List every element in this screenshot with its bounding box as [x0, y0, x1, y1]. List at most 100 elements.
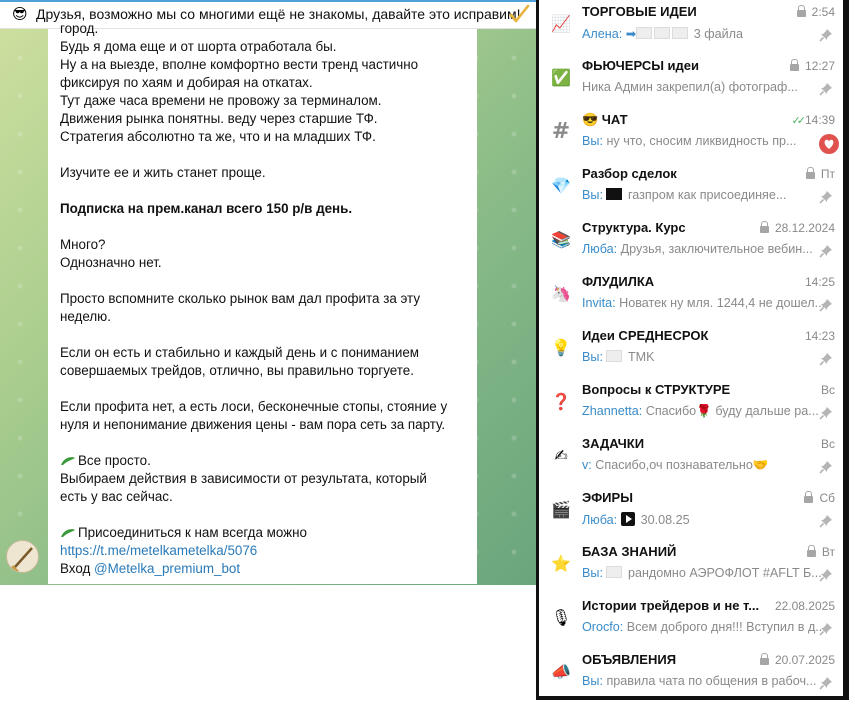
chat-list-item[interactable]: 🎙 Истории трейдеров и не т... 22.08.2025 Or…: [539, 594, 843, 648]
chat-time-text: Вс: [820, 437, 835, 451]
message-line: нуля и непонимание движения цены - вам п…: [60, 417, 446, 432]
chat-name: ФЛУДИЛКА: [582, 274, 655, 289]
chart-up-icon: 📈: [551, 14, 571, 33]
channel-link[interactable]: https://t.me/metelkametelka/5076: [60, 543, 257, 558]
pinned-accent-line: [0, 0, 536, 2]
chat-name: Идеи СРЕДНЕСРОК: [582, 328, 709, 343]
pin-icon[interactable]: [819, 406, 833, 420]
chat-list-item[interactable]: ❓ Вопросы к СТРУКТУРЕ Вс Zhannetta: Спасибо…: [539, 378, 843, 432]
lock-icon: [804, 491, 814, 503]
preview-text: Всем доброго дня!!! Вступил в д...: [626, 620, 826, 634]
preview-text: газпром как присоединяе...: [627, 188, 787, 202]
message-line: Вход @Metelka_premium_bot: [60, 561, 241, 576]
chat-name: ЭФИРЫ: [582, 490, 633, 505]
preview-sender: Вы:: [582, 188, 603, 202]
pin-icon[interactable]: [819, 514, 833, 528]
chat-list-item[interactable]: 🦄 ФЛУДИЛКА 14:25 Invita: Новатек ну мля. 12…: [539, 270, 843, 324]
chat-preview: v: Спасибо,оч познавательно🤝: [582, 458, 832, 473]
chat-preview: Алена: ➡ 3 файла: [582, 26, 832, 41]
leaf-icon: [61, 457, 75, 466]
pin-icon[interactable]: [819, 244, 833, 258]
chat-name: ФЬЮЧЕРСЫ идеи: [582, 58, 700, 73]
message-line: Если он есть и стабильно и каждый день и…: [60, 345, 419, 360]
pin-icon[interactable]: [819, 352, 833, 366]
chat-time: 14:25: [805, 275, 835, 289]
chat-list-item[interactable]: 📚 Структура. Курс 28.12.2024 Люба: Друзья, …: [539, 216, 843, 270]
preview-text: Спасибо🌹 буду дальше ра...: [645, 404, 819, 418]
preview-sender: Вы:: [582, 350, 603, 364]
chat-list-item[interactable]: 🎬 ЭФИРЫ Сб Люба: 30.08.25: [539, 486, 843, 540]
video-thumbnail: [620, 512, 635, 526]
microphone-icon: 🎙: [551, 608, 572, 627]
message-line: Ну а на выезде, вполне комфортно вести т…: [60, 57, 419, 72]
preview-text: 3 файла: [693, 27, 744, 41]
read-checks-icon: ✓✓: [791, 115, 807, 127]
chat-time: ✓✓ 14:39: [792, 113, 835, 127]
pin-icon[interactable]: [819, 568, 833, 582]
message-line: Движения рынка понятны. веду через старш…: [60, 111, 378, 126]
pin-icon[interactable]: [819, 460, 833, 474]
message-line: неделю.: [60, 309, 111, 324]
message-line: Просто вспомните сколько рынок вам дал п…: [60, 291, 421, 306]
pin-icon[interactable]: [819, 190, 833, 204]
chat-time: Пт: [805, 167, 835, 181]
chat-view: 😎 Друзья, возможно мы со многими ещё не …: [0, 0, 536, 585]
message-line: Если профита нет, а есть лоси, бесконечн…: [60, 399, 448, 414]
message-line: Все просто.: [60, 452, 467, 470]
chat-time-text: 22.08.2025: [774, 599, 835, 613]
pin-icon[interactable]: [819, 298, 833, 312]
heart-reaction-icon[interactable]: [819, 134, 839, 154]
chat-name: Структура. Курс: [582, 220, 686, 235]
message-line-bold: Подписка на прем.канал всего 150 р/в ден…: [60, 201, 353, 216]
chat-time-text: 12:27: [804, 59, 835, 73]
lock-icon: [796, 5, 806, 17]
preview-text: Ника Админ закрепил(а) фотограф...: [582, 80, 798, 94]
chat-time-text: 14:25: [804, 275, 835, 289]
preview-sender: Zhannetta:: [582, 404, 643, 418]
preview-sender: Invita:: [582, 296, 616, 310]
chat-list-item[interactable]: 📈 ТОРГОВЫЕ ИДЕИ 2:54 Алена: ➡ 3 файла: [539, 0, 843, 54]
clapper-icon: 🎬: [551, 500, 571, 519]
chat-preview: Invita: Новатек ну мля. 1244,4 не дошел.…: [582, 296, 832, 310]
chat-time: 20.07.2025: [759, 653, 835, 667]
chat-preview: Вы: TMK: [582, 350, 832, 364]
chat-name: ЗАДАЧКИ: [582, 436, 645, 451]
chat-list-item[interactable]: 💡 Идеи СРЕДНЕСРОК 14:23 Вы: TMK: [539, 324, 843, 378]
chat-list-item[interactable]: ⭐ БАЗА ЗНАНИЙ Вт Вы: рандомно АЭРОФЛОТ #AFL…: [539, 540, 843, 594]
message-line: Стратегия абсолютно та же, что и на млад…: [60, 129, 376, 144]
leaf-icon: [61, 529, 75, 538]
chat-time-text: 14:39: [804, 113, 835, 127]
message-line: совершаемых трейдов, отлично, вы правиль…: [60, 363, 414, 378]
sender-avatar[interactable]: [6, 540, 39, 573]
chat-time-text: Вт: [821, 545, 835, 559]
pin-icon[interactable]: [819, 676, 833, 690]
chat-list: 📈 ТОРГОВЫЕ ИДЕИ 2:54 Алена: ➡ 3 файла ✅ ФЬЮЧЕ…: [539, 0, 843, 700]
pin-icon[interactable]: [819, 82, 833, 96]
chat-list-item[interactable]: 💎 Разбор сделок Пт Вы: газпром как присоеди…: [539, 162, 843, 216]
message-line: город.: [60, 21, 99, 36]
message-text: город. Будь я дома еще и от шорта отрабо…: [60, 20, 467, 578]
megaphone-icon: 📣: [551, 662, 571, 681]
preview-text: Новатек ну мля. 1244,4 не дошел...: [619, 296, 826, 310]
forward-icon: ➡: [625, 27, 637, 41]
file-thumbnail: [672, 27, 689, 39]
chat-preview: Вы: рандомно АЭРОФЛОТ #AFLT Б...: [582, 566, 832, 580]
panel-border: [843, 0, 849, 700]
preview-text: 30.08.25: [640, 513, 690, 527]
lock-icon: [806, 545, 816, 557]
preview-text: TMK: [627, 350, 655, 364]
books-icon: 📚: [551, 230, 571, 249]
check-mark-icon: ✅: [551, 68, 571, 87]
chat-list-item[interactable]: ✍ ЗАДАЧКИ Вс v: Спасибо,оч познавательно🤝: [539, 432, 843, 486]
chat-list-item[interactable]: ✅ ФЬЮЧЕРСЫ идеи 12:27 Ника Админ закрепил(…: [539, 54, 843, 108]
bot-link[interactable]: @Metelka_premium_bot: [94, 561, 240, 576]
chat-list-item[interactable]: 📣 ОБЪЯВЛЕНИЯ 20.07.2025 Вы: правила чата по…: [539, 648, 843, 702]
preview-sender: Вы:: [582, 674, 603, 688]
chat-time: Сб: [804, 491, 835, 505]
chat-list-item[interactable]: # 😎 ЧАТ ✓✓ 14:39 Вы: ну что, сносим ликвидно…: [539, 108, 843, 162]
pin-icon[interactable]: [819, 622, 833, 636]
preview-text: Друзья, заключительное вебин...: [620, 242, 813, 256]
pin-icon[interactable]: [819, 28, 833, 42]
message-line: https://t.me/metelkametelka/5076: [60, 542, 467, 560]
chat-name: ОБЪЯВЛЕНИЯ: [582, 652, 677, 667]
